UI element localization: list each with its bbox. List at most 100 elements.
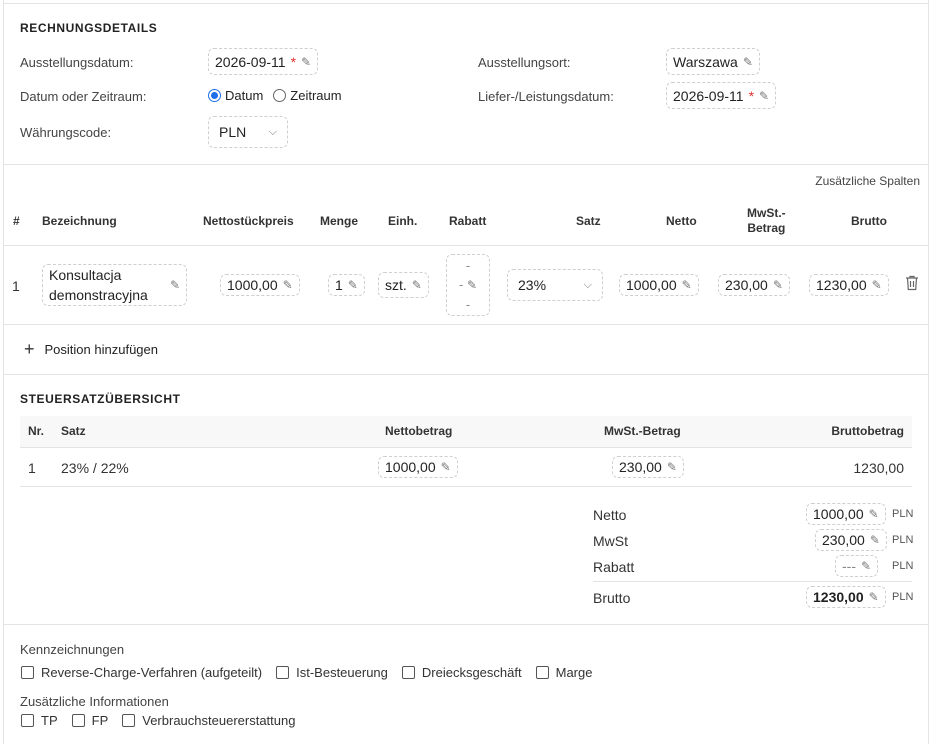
mark-margin-label: Marge <box>555 665 593 680</box>
checkbox[interactable] <box>535 666 549 679</box>
total-net-field[interactable]: 1000,00 ✎ <box>806 503 886 525</box>
additional-options: TP FP Verbrauchsteuererstattung <box>21 713 295 728</box>
delivery-date-label: Liefer-/Leistungsdatum: <box>478 89 614 104</box>
required-mark: * <box>290 53 297 70</box>
issue-place-label: Ausstellungsort: <box>478 55 571 70</box>
pencil-icon: ✎ <box>301 54 312 69</box>
item-qty-field[interactable]: 1 ✎ <box>328 274 365 296</box>
pencil-icon: ✎ <box>681 278 692 292</box>
item-name-text: Konsultacja demonstracyjna <box>49 265 148 305</box>
tax-row-nr: 1 <box>28 460 36 476</box>
tax-row-net-field[interactable]: 1000,00 ✎ <box>378 456 458 478</box>
checkbox[interactable] <box>21 666 34 679</box>
checkbox[interactable] <box>276 666 290 679</box>
col-vat-line1: MwSt.- <box>747 206 786 220</box>
item-discount-field[interactable]: - - ✎ - <box>446 254 490 316</box>
info-tp[interactable]: TP <box>21 713 58 728</box>
chevron-down-icon: ⌵ <box>268 125 277 138</box>
add-position-label: Position hinzufügen <box>44 341 158 357</box>
col-net-unit: Nettostückpreis <box>203 214 294 228</box>
add-divider <box>4 374 928 375</box>
trash-icon[interactable] <box>905 275 919 291</box>
pencil-icon: ✎ <box>759 88 770 103</box>
mark-reverse-charge[interactable]: Reverse-Charge-Verfahren (aufgeteilt) <box>21 665 262 680</box>
radio-date[interactable]: Datum <box>208 88 263 103</box>
item-gross-field[interactable]: 1230,00 ✎ <box>809 274 889 296</box>
pencil-icon: ✎ <box>466 278 478 292</box>
checkbox[interactable] <box>21 714 34 727</box>
item-name-line1: Konsultacja <box>49 267 122 283</box>
col-vat: MwSt.- Betrag <box>747 206 786 236</box>
item-vat-value: 230,00 <box>725 277 768 293</box>
item-vat-field[interactable]: 230,00 ✎ <box>718 274 790 296</box>
item-rate-select[interactable]: 23% ⌵ <box>507 269 603 301</box>
item-discount-text: - - ✎ - <box>459 256 477 314</box>
info-excise-refund-label: Verbrauchsteuererstattung <box>142 713 296 728</box>
tax-col-net: Nettobetrag <box>385 424 453 438</box>
currency-label: Währungscode: <box>20 125 112 140</box>
tax-summary-title: STEUERSATZÜBERSICHT <box>20 392 181 406</box>
pencil-icon: ✎ <box>772 278 783 292</box>
col-rate: Satz <box>576 214 601 228</box>
row-idx: 1 <box>12 278 20 294</box>
pencil-icon: ✎ <box>871 278 882 292</box>
info-tp-label: TP <box>41 713 58 728</box>
mark-triangular[interactable]: Dreiecksgeschäft <box>401 665 522 680</box>
tax-col-rate: Satz <box>61 424 86 438</box>
totals-divider <box>593 581 912 582</box>
info-fp[interactable]: FP <box>71 713 108 728</box>
col-idx: # <box>13 214 20 228</box>
currency-select[interactable]: PLN ⌵ <box>208 116 288 148</box>
total-gross-value: 1230,00 <box>813 589 864 605</box>
col-gross: Brutto <box>851 214 887 228</box>
total-gross-field[interactable]: 1230,00 ✎ <box>806 586 886 608</box>
pencil-icon: ✎ <box>868 590 879 604</box>
item-net-value: 1000,00 <box>626 277 677 293</box>
total-discount-field[interactable]: --- ✎ <box>835 555 879 577</box>
mark-margin[interactable]: Marge <box>535 665 593 680</box>
item-unit-value: szt. <box>385 277 407 293</box>
item-name-field[interactable]: Konsultacja demonstracyjna ✎ <box>42 264 187 306</box>
top-divider <box>4 3 928 4</box>
col-qty: Menge <box>320 214 359 228</box>
issue-place-field[interactable]: Warszawa ✎ <box>666 48 760 75</box>
mark-cash-accounting[interactable]: Ist-Besteuerung <box>276 665 388 680</box>
info-excise-refund[interactable]: Verbrauchsteuererstattung <box>122 713 295 728</box>
radio-period-circle[interactable] <box>273 89 287 102</box>
discount-line1: - <box>465 258 471 273</box>
marks-title: Kennzeichnungen <box>20 642 125 657</box>
radio-date-circle[interactable] <box>208 89 221 102</box>
pencil-icon: ✎ <box>282 278 293 292</box>
pencil-icon: ✎ <box>666 460 677 474</box>
tax-row-vat-field[interactable]: 230,00 ✎ <box>612 456 684 478</box>
extra-columns-link[interactable]: Zusätzliche Spalten <box>815 174 920 188</box>
tax-row-rate: 23% / 22% <box>61 460 129 476</box>
date-mode-label: Datum oder Zeitraum: <box>20 89 147 104</box>
checkbox[interactable] <box>122 714 136 727</box>
checkbox[interactable] <box>401 666 415 679</box>
items-divider <box>4 324 928 325</box>
total-net-currency: PLN <box>892 508 914 520</box>
add-position-button[interactable]: + Position hinzufügen <box>24 339 158 359</box>
item-net-unit-field[interactable]: 1000,00 ✎ <box>220 274 300 296</box>
issue-date-field[interactable]: 2026-09-11 * ✎ <box>208 48 319 75</box>
radio-period-label: Zeitraum <box>290 88 342 103</box>
checkbox[interactable] <box>71 714 85 727</box>
tax-row-gross: 1230,00 <box>853 460 904 476</box>
pencil-icon: ✎ <box>868 507 879 521</box>
col-unit: Einh. <box>388 214 418 228</box>
item-net-field[interactable]: 1000,00 ✎ <box>619 274 699 296</box>
issue-date-value: 2026-09-11 <box>215 53 286 70</box>
total-discount-currency: PLN <box>892 560 914 572</box>
item-unit-field[interactable]: szt. ✎ <box>378 272 429 298</box>
plus-icon: + <box>24 339 35 359</box>
item-name-line2: demonstracyjna <box>49 287 148 303</box>
pencil-icon: ✎ <box>742 54 753 69</box>
tax-col-nr: Nr. <box>28 424 45 438</box>
issue-date-label: Ausstellungsdatum: <box>20 55 134 70</box>
radio-period[interactable]: Zeitraum <box>273 88 342 103</box>
tax-col-vat: MwSt.-Betrag <box>604 424 681 438</box>
delivery-date-field[interactable]: 2026-09-11 * ✎ <box>666 82 777 109</box>
additional-title: Zusätzliche Informationen <box>20 694 169 709</box>
total-vat-field[interactable]: 230,00 ✎ <box>815 529 887 551</box>
